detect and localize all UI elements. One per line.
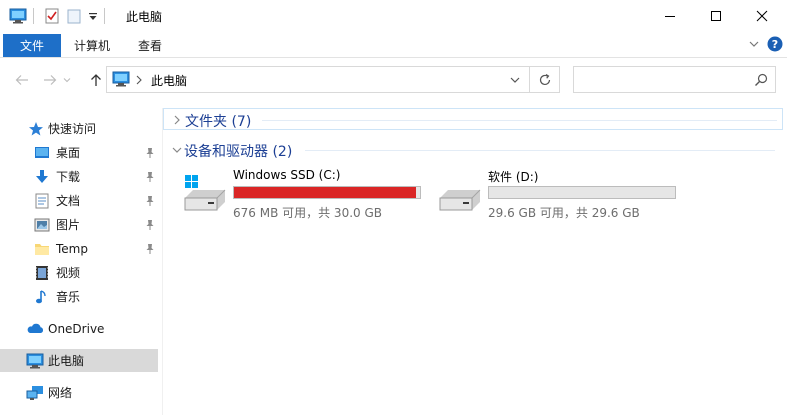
group-label: 设备和驱动器 (2) [184, 144, 293, 160]
sidebar-item-temp[interactable]: Temp [0, 237, 158, 260]
group-divider [305, 150, 775, 151]
ribbon-divider [0, 57, 787, 58]
drive-space-text: 676 MB 可用，共 30.0 GB [233, 206, 382, 220]
download-icon [34, 169, 50, 185]
drive-usage-fill [234, 187, 416, 198]
tab-view[interactable]: 查看 [126, 34, 174, 58]
close-button[interactable] [739, 0, 785, 32]
picture-icon [34, 217, 50, 233]
desktop-icon [34, 145, 50, 161]
windows-drive-icon [183, 174, 227, 214]
sidebar-item-music[interactable]: 音乐 [0, 285, 158, 308]
recent-locations-button[interactable] [60, 70, 74, 90]
window-title: 此电脑 [126, 10, 163, 24]
title-separator [104, 8, 105, 24]
sidebar-item-label: 下载 [56, 170, 81, 184]
sidebar-item-documents[interactable]: 文档 [0, 189, 158, 212]
title-separator [33, 8, 34, 24]
search-icon[interactable] [754, 73, 768, 90]
pin-icon[interactable] [144, 219, 156, 231]
up-button[interactable] [86, 70, 106, 90]
sidebar-item-quick-access[interactable]: 快速访问 [0, 117, 158, 140]
sidebar-item-label: Temp [56, 241, 88, 256]
pin-icon[interactable] [144, 243, 156, 255]
sidebar-item-desktop[interactable]: 桌面 [0, 141, 158, 164]
drive-usage-bar [488, 186, 676, 199]
drive-c[interactable]: Windows SSD (C:) 676 MB 可用，共 30.0 GB [183, 168, 428, 220]
tab-computer[interactable]: 计算机 [66, 34, 118, 58]
sidebar-item-videos[interactable]: 视频 [0, 261, 158, 284]
sidebar-item-label: 文档 [56, 194, 81, 208]
sidebar-item-this-pc[interactable]: 此电脑 [0, 349, 158, 372]
sidebar-item-label: OneDrive [48, 321, 105, 336]
sidebar-item-label: 图片 [56, 218, 81, 232]
back-button[interactable] [12, 70, 32, 90]
group-header-folders[interactable]: 文件夹 (7) [163, 108, 783, 130]
pin-icon[interactable] [144, 195, 156, 207]
expand-ribbon-icon[interactable] [748, 38, 760, 53]
group-label: 文件夹 (7) [185, 114, 252, 130]
breadcrumb[interactable]: 此电脑 [151, 72, 187, 89]
sidebar-item-pictures[interactable]: 图片 [0, 213, 158, 236]
computer-icon [26, 353, 44, 369]
new-folder-icon[interactable] [66, 8, 82, 24]
network-icon [26, 385, 43, 401]
sidebar-item-downloads[interactable]: 下载 [0, 165, 158, 188]
star-icon [28, 121, 44, 137]
drive-icon [438, 174, 482, 214]
breadcrumb-chevron-icon[interactable] [135, 74, 143, 88]
sidebar-item-onedrive[interactable]: OneDrive [0, 317, 158, 340]
title-bar: 此电脑 [0, 0, 787, 32]
drive-usage-bar [233, 186, 421, 199]
computer-icon[interactable] [9, 8, 27, 24]
folder-icon [34, 241, 50, 257]
drive-d[interactable]: 软件 (D:) 29.6 GB 可用，共 29.6 GB [438, 168, 683, 220]
svg-text:?: ? [772, 38, 778, 51]
properties-icon[interactable] [44, 8, 60, 24]
document-icon [34, 193, 50, 209]
music-icon [34, 289, 50, 305]
refresh-button[interactable] [530, 66, 560, 93]
sidebar-item-label: 音乐 [56, 290, 81, 304]
sidebar-item-label: 桌面 [56, 146, 81, 160]
video-icon [34, 265, 50, 281]
pin-icon[interactable] [144, 171, 156, 183]
group-header-devices[interactable]: 设备和驱动器 (2) [163, 139, 783, 161]
drive-name: 软件 (D:) [488, 170, 539, 184]
navigation-pane: 快速访问 桌面 下载 文档 图片 Temp 视频 音乐 OneDrive 此电脑… [0, 108, 162, 415]
chevron-right-icon[interactable] [172, 113, 182, 127]
address-bar[interactable]: 此电脑 [106, 66, 530, 93]
sidebar-item-label: 视频 [56, 266, 81, 280]
group-divider [262, 120, 777, 121]
chevron-down-icon[interactable] [171, 143, 182, 157]
forward-button[interactable] [40, 70, 60, 90]
sidebar-item-label: 此电脑 [48, 354, 85, 368]
drive-name: Windows SSD (C:) [233, 168, 341, 182]
pin-icon[interactable] [144, 147, 156, 159]
drive-space-text: 29.6 GB 可用，共 29.6 GB [488, 206, 640, 220]
minimize-button[interactable] [647, 0, 693, 32]
address-history-icon[interactable] [509, 74, 521, 89]
sidebar-item-network[interactable]: 网络 [0, 381, 158, 404]
cloud-icon [26, 321, 44, 337]
customize-toolbar-icon[interactable] [88, 8, 98, 24]
search-input[interactable] [573, 66, 776, 93]
computer-icon [112, 71, 130, 90]
help-icon[interactable]: ? [767, 36, 783, 55]
tab-file[interactable]: 文件 [3, 34, 61, 58]
ribbon: 文件 计算机 查看 ? [0, 32, 787, 58]
sidebar-item-label: 快速访问 [48, 122, 97, 136]
sidebar-item-label: 网络 [48, 386, 73, 400]
maximize-button[interactable] [693, 0, 739, 32]
